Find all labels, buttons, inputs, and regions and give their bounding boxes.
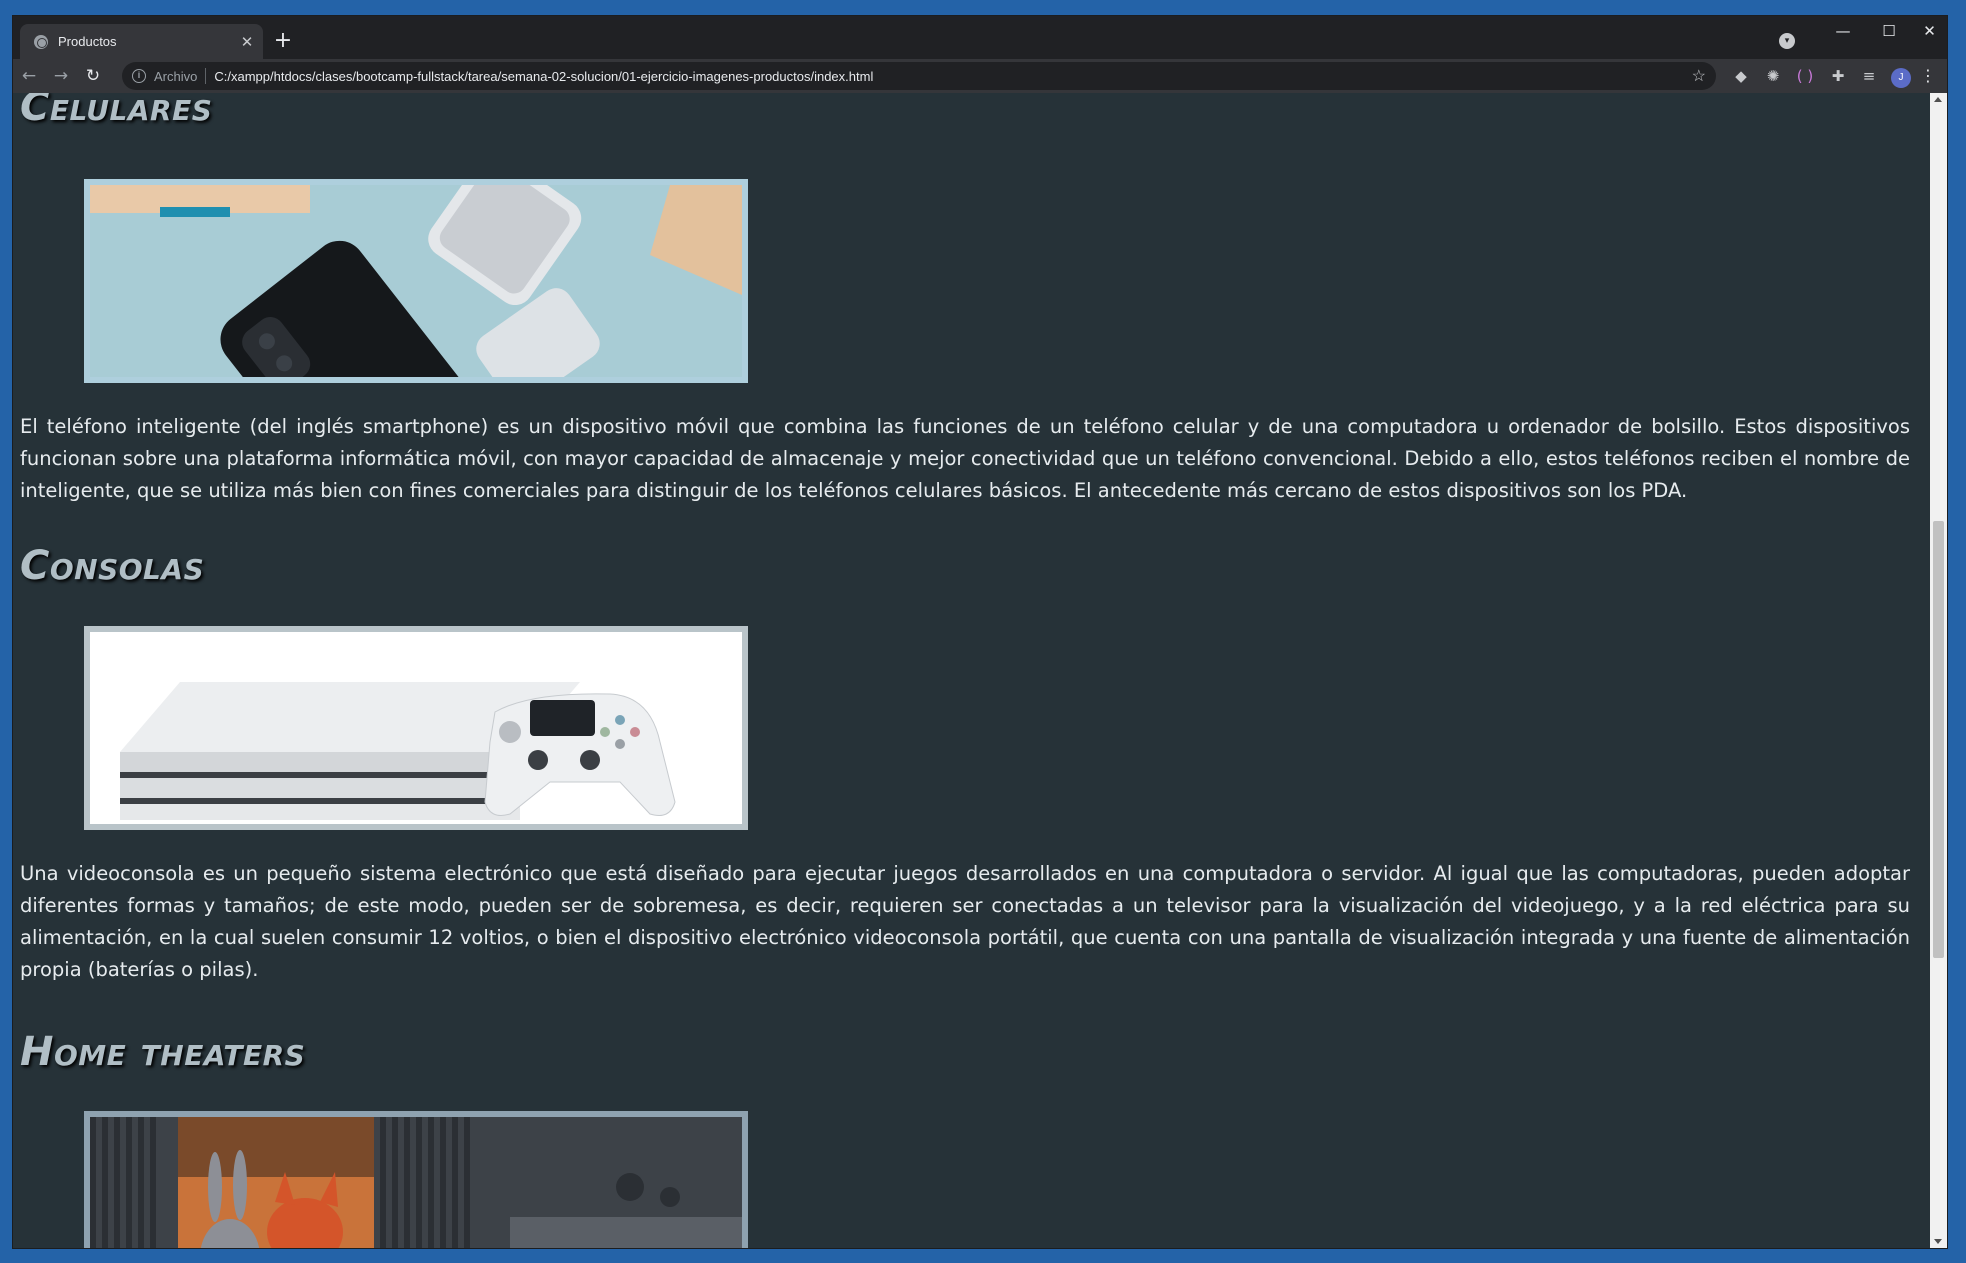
new-tab-button[interactable]: + <box>269 28 297 53</box>
address-scheme: Archivo <box>154 68 198 84</box>
puzzle-icon[interactable]: ✚ <box>1828 67 1848 85</box>
gear-icon[interactable]: ✺ <box>1763 67 1783 85</box>
media-queue-icon[interactable]: ≡ <box>1859 67 1879 85</box>
scroll-down-icon[interactable] <box>1934 1239 1942 1244</box>
section-title: Home theaters <box>20 1029 306 1075</box>
scroll-up-icon[interactable] <box>1934 97 1942 102</box>
browser-toolbar: ← → ↻ i Archivo C:/xampp/htdocs/clases/b… <box>13 59 1947 93</box>
section-description: Una videoconsola es un pequeño sistema e… <box>20 862 1910 981</box>
section-celulares: Celulares El teléfono inteligente (del i… <box>20 93 1920 507</box>
product-image-consolas <box>84 626 748 830</box>
tab-search-icon[interactable]: ▾ <box>1779 33 1795 49</box>
minimize-icon[interactable]: — <box>1820 22 1866 40</box>
close-tab-icon[interactable]: ✕ <box>235 33 259 51</box>
section-consolas: Consolas Una videoconsola es un pequeño … <box>20 540 1920 986</box>
close-window-icon[interactable]: ✕ <box>1912 22 1947 40</box>
extension-icon[interactable]: ◆ <box>1731 67 1751 85</box>
section-description: El teléfono inteligente (del inglés smar… <box>20 415 1910 502</box>
address-separator <box>205 68 207 84</box>
star-icon[interactable]: ☆ <box>1692 66 1706 86</box>
section-home-theaters: Home theaters <box>20 1026 1920 1248</box>
browser-window: Productos ✕ + ▾ — ☐ ✕ ← → ↻ i Archivo C:… <box>13 16 1947 1248</box>
page-viewport: Celulares El teléfono inteligente (del i… <box>13 93 1930 1248</box>
section-title: Consolas <box>20 543 205 589</box>
address-url[interactable]: C:/xampp/htdocs/clases/bootcamp-fullstac… <box>214 69 1691 84</box>
page-content: Celulares El teléfono inteligente (del i… <box>20 93 1920 1248</box>
more-menu-icon[interactable]: ⋮ <box>1919 66 1937 85</box>
tab-productos[interactable]: Productos ✕ <box>20 24 263 59</box>
reload-icon[interactable]: ↻ <box>77 66 109 86</box>
maximize-icon[interactable]: ☐ <box>1866 22 1912 40</box>
extension-brackets-icon[interactable]: ( ) <box>1795 67 1815 85</box>
home-theater-image <box>90 1117 742 1248</box>
product-image-home-theaters <box>84 1111 748 1248</box>
vertical-scrollbar[interactable] <box>1930 93 1947 1248</box>
section-title: Celulares <box>20 93 213 130</box>
scrollbar-thumb[interactable] <box>1933 521 1944 958</box>
arrow-left-icon[interactable]: ← <box>13 66 45 86</box>
smartphones-image <box>90 185 742 377</box>
arrow-right-icon[interactable]: → <box>45 66 77 86</box>
avatar[interactable]: J <box>1891 68 1911 88</box>
product-image-celulares <box>84 179 748 383</box>
console-image <box>90 632 742 824</box>
title-bar: Productos ✕ + ▾ — ☐ ✕ <box>13 16 1947 59</box>
tab-title: Productos <box>58 34 117 49</box>
info-icon[interactable]: i <box>132 69 146 83</box>
address-bar[interactable]: i Archivo C:/xampp/htdocs/clases/bootcam… <box>122 62 1716 90</box>
globe-icon <box>34 34 48 49</box>
